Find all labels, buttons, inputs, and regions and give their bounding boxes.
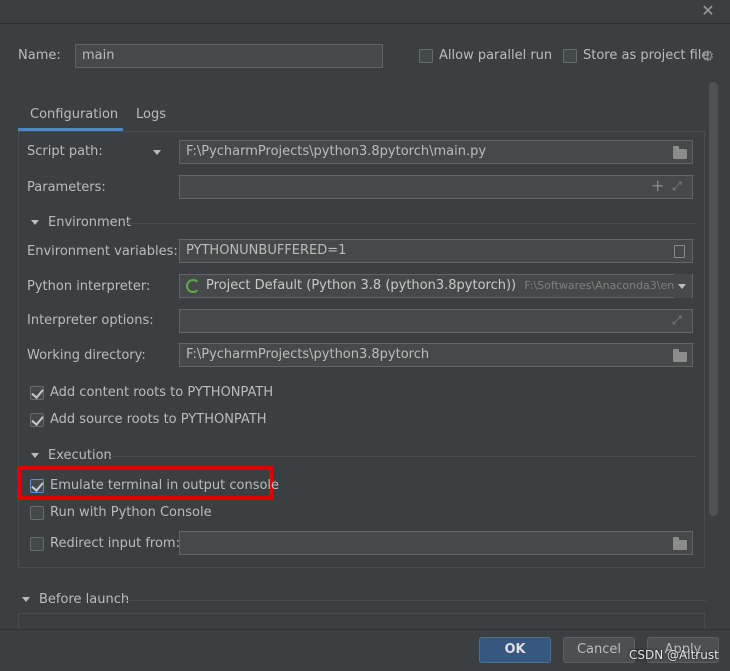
before-launch-collapse-icon[interactable] <box>22 597 30 602</box>
python-interpreter-select[interactable]: Project Default (Python 3.8 (python3.8py… <box>179 274 693 298</box>
expand-icon[interactable]: ⤢ <box>672 313 686 327</box>
chevron-down-icon[interactable] <box>678 284 686 289</box>
gear-icon[interactable]: ⚙ <box>701 48 717 64</box>
store-project-checkbox[interactable] <box>563 49 577 63</box>
title-bar <box>0 0 730 24</box>
content-roots-checkbox[interactable] <box>30 386 44 400</box>
python-interpreter-label: Python interpreter: <box>27 279 151 294</box>
allow-parallel-checkbox[interactable] <box>419 49 433 63</box>
parameters-label: Parameters: <box>27 180 106 195</box>
allow-parallel-label: Allow parallel run <box>439 48 553 63</box>
emulate-terminal-checkbox[interactable] <box>30 479 44 493</box>
interpreter-path: F:\Softwares\Anaconda3\envs\pytho <box>524 279 692 292</box>
environment-collapse-icon[interactable] <box>31 220 39 225</box>
vertical-scrollbar[interactable] <box>709 82 718 516</box>
execution-divider <box>110 456 696 457</box>
content-roots-label: Add content roots to PYTHONPATH <box>50 385 274 400</box>
tab-logs[interactable]: Logs <box>136 107 166 122</box>
interpreter-options-label: Interpreter options: <box>27 313 154 328</box>
env-vars-input[interactable]: PYTHONUNBUFFERED=1 <box>179 239 693 263</box>
script-type-dropdown-icon[interactable] <box>153 150 161 155</box>
environment-section-title: Environment <box>48 215 132 230</box>
name-input[interactable]: main <box>75 44 383 68</box>
environment-divider <box>126 223 696 224</box>
source-roots-checkbox[interactable] <box>30 413 44 427</box>
loading-spinner-icon <box>186 279 200 293</box>
expand-icon[interactable]: ⤢ <box>672 179 686 193</box>
before-launch-panel <box>18 613 705 629</box>
cancel-button[interactable]: Cancel <box>563 637 635 663</box>
store-project-label: Store as project file <box>583 48 710 63</box>
watermark-text: CSDN @Altrust <box>629 648 719 662</box>
folder-browse-icon[interactable] <box>673 537 687 550</box>
env-vars-edit-icon[interactable] <box>674 245 685 258</box>
python-console-label: Run with Python Console <box>50 505 212 520</box>
interpreter-name: Project Default (Python 3.8 (python3.8py… <box>206 278 517 293</box>
redirect-input-field[interactable] <box>179 531 693 555</box>
source-roots-label: Add source roots to PYTHONPATH <box>50 412 267 427</box>
close-icon[interactable]: ✕ <box>700 2 716 20</box>
before-launch-title: Before launch <box>39 592 130 607</box>
name-label: Name: <box>18 48 61 63</box>
script-path-label: Script path: <box>27 144 103 159</box>
script-path-input[interactable]: F:\PycharmProjects\python3.8pytorch\main… <box>179 140 693 164</box>
python-console-checkbox[interactable] <box>30 506 44 520</box>
execution-section-title: Execution <box>48 448 112 463</box>
parameters-input[interactable] <box>179 175 693 199</box>
redirect-input-checkbox[interactable] <box>30 537 44 551</box>
execution-collapse-icon[interactable] <box>31 453 39 458</box>
folder-browse-icon[interactable] <box>673 146 687 159</box>
ok-button[interactable]: OK <box>479 637 551 663</box>
folder-browse-icon[interactable] <box>673 349 687 362</box>
redirect-input-label: Redirect input from: <box>50 536 180 551</box>
before-launch-divider <box>126 600 706 601</box>
working-directory-label: Working directory: <box>27 348 146 363</box>
interpreter-options-input[interactable] <box>179 309 693 333</box>
add-macro-icon[interactable]: + <box>651 178 665 194</box>
working-directory-input[interactable]: F:\PycharmProjects\python3.8pytorch <box>179 343 693 367</box>
emulate-terminal-label: Emulate terminal in output console <box>50 478 280 493</box>
tab-configuration[interactable]: Configuration <box>30 107 118 122</box>
env-vars-label: Environment variables: <box>27 244 178 259</box>
